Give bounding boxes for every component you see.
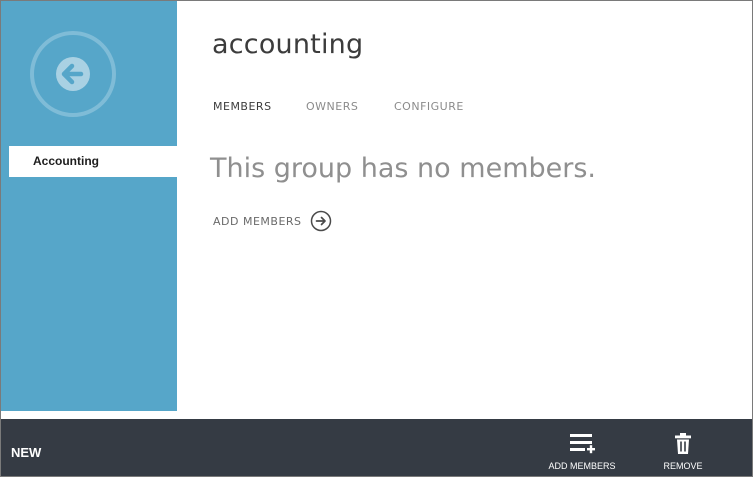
empty-state-message: This group has no members. [210,153,596,184]
trash-icon [675,433,691,454]
tab-configure[interactable]: CONFIGURE [394,100,464,113]
portal-window: Accounting accounting MEMBERS OWNERS CON… [0,0,753,477]
sidebar-item-label: Accounting [33,154,99,168]
tab-owners[interactable]: OWNERS [306,100,358,113]
remove-button[interactable]: REMOVE [651,419,715,476]
add-members-link-label: ADD MEMBERS [213,214,302,228]
remove-button-label: REMOVE [663,461,703,471]
add-members-link[interactable]: ADD MEMBERS [213,209,332,233]
main-content: accounting MEMBERS OWNERS CONFIGURE This… [177,1,752,411]
back-button[interactable] [30,31,116,117]
add-members-button-label: ADD MEMBERS [548,461,616,471]
add-members-button[interactable]: ADD MEMBERS [541,419,623,476]
tab-members[interactable]: MEMBERS [213,100,272,113]
command-bar: NEW ADD MEMBERS REMOVE [1,419,752,476]
new-button[interactable]: NEW [11,445,41,460]
page-title: accounting [212,29,364,60]
add-list-icon [570,434,595,454]
sidebar-item-accounting[interactable]: Accounting [9,146,177,177]
sidebar: Accounting [1,1,177,411]
arrow-right-circle-icon [310,210,331,232]
back-arrow-icon [56,57,90,91]
